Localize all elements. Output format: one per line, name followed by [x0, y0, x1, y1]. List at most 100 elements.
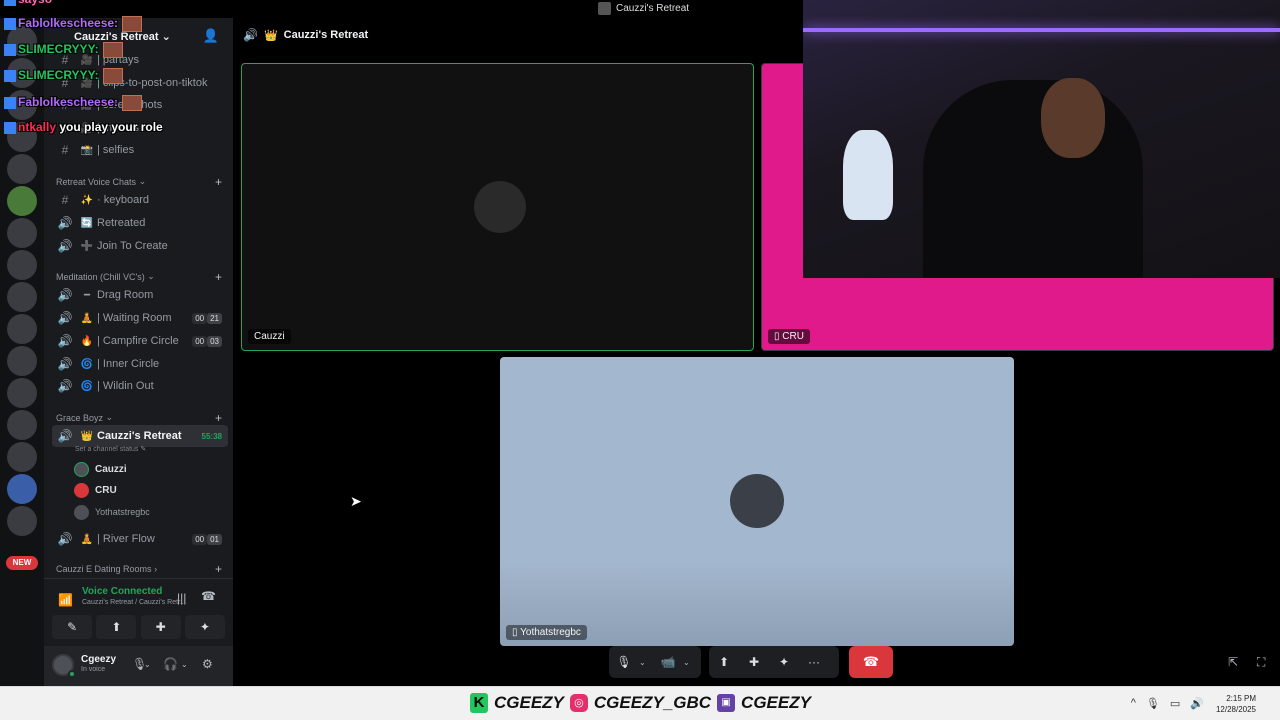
channel-inner-circle[interactable]: 🔊 🌀 | Inner Circle — [52, 354, 228, 374]
server-icon[interactable] — [7, 346, 37, 376]
participant-name: ▯ CRU — [768, 329, 810, 344]
channel-wildin-out[interactable]: 🔊 🌀 | Wildin Out — [52, 376, 228, 396]
server-icon[interactable] — [7, 410, 37, 440]
channel-screenshots[interactable]: # 🎥 | screenshots — [52, 95, 228, 115]
chevron-down-icon[interactable]: ⌄ — [144, 660, 151, 669]
fullscreen-icon[interactable]: ⛶ — [1257, 655, 1265, 670]
server-icon[interactable] — [7, 506, 37, 536]
server-header[interactable]: Cauzzi's Retreat ⌄ 👤 — [44, 18, 233, 54]
date: 12/28/2025 — [1215, 705, 1256, 714]
channel-river-flow[interactable]: 🔊 🧘 | River Flow 00 01 — [52, 529, 228, 549]
channel-memes[interactable]: # 🎥 | memes — [52, 118, 228, 138]
category-meditation[interactable]: Meditation (Chill VC's) ⌄ + — [56, 270, 228, 284]
screen-share-button[interactable]: ⬆ — [709, 655, 739, 669]
channel-partays[interactable]: # 🎥 | partays — [52, 50, 228, 70]
channel-clips[interactable]: # 🎥 | clips-to-post-on-tiktok — [52, 73, 228, 93]
channel-label: Cauzzi's Retreat — [97, 430, 182, 442]
server-icon[interactable] — [7, 218, 37, 248]
category-label: Cauzzi E Dating Rooms — [56, 564, 152, 574]
server-icon[interactable] — [7, 122, 37, 152]
server-icon[interactable] — [7, 378, 37, 408]
webcam-overlay — [803, 0, 1280, 278]
add-channel-icon[interactable]: + — [215, 270, 222, 284]
kick-icon: K — [470, 693, 488, 713]
channel-emoji: 🌀 — [80, 358, 94, 370]
chevron-down-icon[interactable]: ⌄ — [181, 660, 188, 669]
mic-icon[interactable]: 🎙 — [1146, 697, 1160, 710]
chevron-down-icon[interactable]: ⌄ — [683, 658, 697, 667]
server-icon[interactable] — [7, 282, 37, 312]
voice-status[interactable]: Voice Connected — [82, 586, 162, 597]
participant-tile-yothatstregbc[interactable]: ▯ Yothatstregbc — [500, 357, 1014, 646]
end-call-button[interactable]: ☎ — [849, 646, 893, 678]
channel-waiting-room[interactable]: 🔊 🧘 | Waiting Room 00 21 — [52, 308, 228, 328]
volume-icon[interactable]: 🔊 — [1190, 697, 1204, 710]
gear-icon[interactable]: ⚙ — [202, 657, 213, 671]
chevron-down-icon[interactable]: ⌄ — [639, 658, 653, 667]
channel-emoji: ➕ — [80, 240, 94, 252]
network-icon[interactable]: ▭ — [1170, 697, 1180, 710]
chevron-up-icon[interactable]: ^ — [1131, 697, 1136, 710]
add-member-icon[interactable]: 👤 — [203, 28, 219, 44]
voice-user-yothatstregbc[interactable]: Yothatstregbc — [74, 502, 150, 522]
channel-retreated[interactable]: 🔊 🔄 Retreated — [52, 213, 228, 233]
user-count: 00 21 — [192, 312, 222, 324]
add-channel-icon[interactable]: + — [215, 175, 222, 189]
server-icon[interactable] — [7, 314, 37, 344]
clock[interactable]: 2:15 PM 12/28/2025 — [1216, 693, 1256, 715]
screen-share-button[interactable]: ⬆ — [96, 615, 137, 639]
server-icon[interactable] — [7, 58, 37, 88]
avatar — [730, 474, 784, 528]
server-rail: NEW — [0, 18, 44, 686]
channel-emoji: 🌀 — [80, 380, 94, 392]
category-grace-boyz[interactable]: Grace Boyz ⌄ + — [56, 411, 228, 425]
username[interactable]: Cgeezy — [81, 654, 116, 665]
signal-icon[interactable]: 📶 — [58, 593, 73, 607]
disconnect-icon[interactable]: ☎ — [201, 589, 216, 603]
call-timer: 55:38 — [201, 431, 222, 441]
channel-keyboard[interactable]: # ✨ · keyboard — [52, 190, 228, 210]
soundboard-button[interactable]: ✦ — [769, 655, 799, 669]
server-name[interactable]: Cauzzi's Retreat ⌄ — [74, 30, 171, 43]
chevron-right-icon: › — [154, 564, 158, 574]
camera-toggle-button[interactable]: 📹 — [653, 655, 683, 669]
handle-text: CGEEZY — [494, 693, 564, 712]
channel-emoji: 🎥 — [80, 122, 94, 134]
headset-icon[interactable]: 🎧 — [163, 657, 178, 671]
server-icon[interactable] — [7, 186, 37, 216]
category-dating-rooms[interactable]: Cauzzi E Dating Rooms › + — [56, 562, 228, 576]
add-channel-icon[interactable]: + — [215, 562, 222, 576]
soundboard-button[interactable]: ✦ — [184, 615, 225, 639]
user-status: In voice — [81, 666, 106, 673]
popout-icon[interactable]: ⇱ — [1228, 655, 1238, 669]
speaker-icon: 🔊 — [57, 311, 73, 325]
channel-cauzzis-retreat[interactable]: 🔊 👑 Cauzzi's Retreat 55:38 — [52, 425, 228, 447]
camera-off-button[interactable]: ✎ — [52, 615, 93, 639]
server-icon[interactable] — [7, 474, 37, 504]
voice-user-cauzzi[interactable]: Cauzzi — [74, 459, 127, 479]
channel-drag-room[interactable]: 🔊 ━ Drag Room — [52, 285, 228, 305]
participant-tile-cauzzi[interactable]: Cauzzi — [241, 63, 754, 351]
activity-button[interactable]: ✚ — [140, 615, 181, 639]
time: 2:15 PM — [1226, 694, 1256, 703]
led-strip — [803, 28, 1280, 32]
server-icon[interactable] — [7, 154, 37, 184]
server-icon[interactable] — [7, 26, 37, 56]
category-retreat[interactable]: Retreat Voice Chats ⌄ + — [56, 175, 228, 189]
server-icon[interactable] — [7, 442, 37, 472]
phone-icon: ▯ — [774, 331, 780, 342]
voice-user-cru[interactable]: CRU — [74, 480, 117, 500]
channel-campfire-circle[interactable]: 🔊 🔥 | Campfire Circle 00 03 — [52, 331, 228, 351]
channel-status[interactable]: Set a channel status ✎ — [75, 445, 146, 453]
channel-selfies[interactable]: # 📸 | selfies — [52, 140, 228, 160]
add-channel-icon[interactable]: + — [215, 411, 222, 425]
call-controls: 🎙 ⌄ 📹 ⌄ ⬆ ✚ ✦ ··· ☎ — [609, 646, 893, 678]
new-badge[interactable]: NEW — [6, 556, 38, 570]
noise-suppression-icon[interactable]: ||| — [177, 591, 186, 605]
more-options-button[interactable]: ··· — [799, 655, 829, 669]
server-icon[interactable] — [7, 250, 37, 280]
server-icon[interactable] — [7, 90, 37, 120]
channel-join-to-create[interactable]: 🔊 ➕ Join To Create — [52, 236, 228, 256]
activity-button[interactable]: ✚ — [739, 655, 769, 669]
mic-toggle-button[interactable]: 🎙 — [609, 655, 639, 669]
